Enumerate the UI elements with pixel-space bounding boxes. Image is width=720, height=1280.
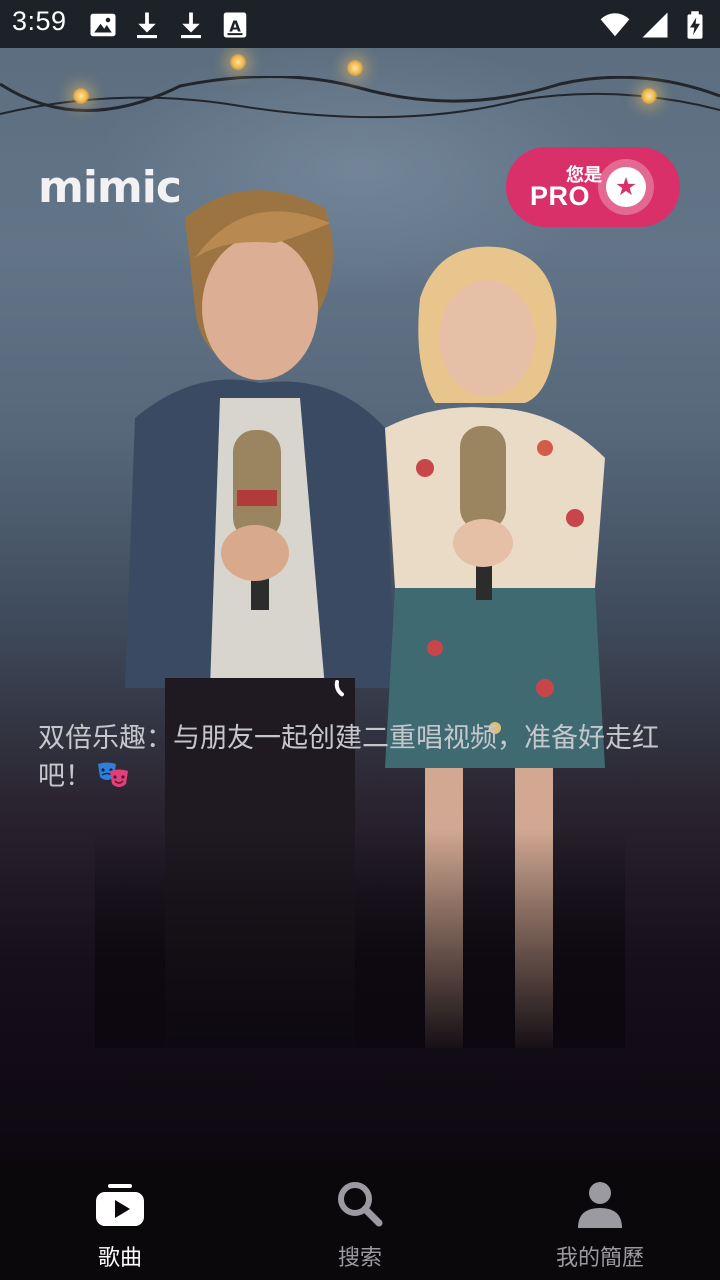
signal-icon <box>642 12 668 38</box>
bottom-navigation: 歌曲 搜索 我的簡歷 <box>0 1160 720 1280</box>
image-icon <box>90 13 116 37</box>
light-bulb <box>347 60 363 76</box>
nav-label-search: 搜索 <box>337 1246 382 1271</box>
pro-star-ring: ★ <box>598 159 654 215</box>
search-icon <box>338 1182 383 1227</box>
status-time: 3:59 <box>12 6 67 36</box>
wifi-icon <box>600 13 630 37</box>
download-icon <box>137 12 157 39</box>
loading-spinner <box>334 680 358 699</box>
nav-item-search[interactable]: 搜索 <box>240 1160 480 1280</box>
notification-icons: A <box>88 10 250 40</box>
person-icon <box>578 1182 622 1228</box>
play-icon <box>96 1184 144 1226</box>
svg-text:A: A <box>229 17 241 35</box>
download-icon <box>181 12 201 39</box>
app-screen: 3:59 A mimic 您是 PRO ★ 双倍乐趣：与朋友一起创建二重唱视频，… <box>0 0 720 1280</box>
font-icon: A <box>223 12 247 38</box>
pro-badge-button[interactable]: 您是 PRO ★ <box>506 147 680 227</box>
nav-label-songs: 歌曲 <box>97 1246 142 1271</box>
light-bulb <box>641 88 657 104</box>
nav-item-songs[interactable]: 歌曲 <box>0 1160 240 1280</box>
star-icon: ★ <box>606 167 646 207</box>
battery-icon <box>687 11 703 39</box>
light-bulb <box>230 54 246 70</box>
performing-arts-icon <box>98 762 128 787</box>
system-icons <box>600 10 710 40</box>
promo-caption: 双倍乐趣：与朋友一起创建二重唱视频，准备好走红吧！ <box>38 720 688 796</box>
singers-illustration <box>95 168 625 1048</box>
app-logo: mimic <box>38 162 182 213</box>
string-lights <box>0 76 720 119</box>
promo-caption-text: 双倍乐趣：与朋友一起创建二重唱视频，准备好走红吧！ <box>38 723 659 792</box>
light-bulb <box>73 88 89 104</box>
nav-item-profile[interactable]: 我的簡歷 <box>480 1160 720 1280</box>
pro-badge-label: PRO <box>530 181 591 211</box>
status-bar: 3:59 A <box>0 0 720 48</box>
nav-label-profile: 我的簡歷 <box>555 1246 644 1271</box>
